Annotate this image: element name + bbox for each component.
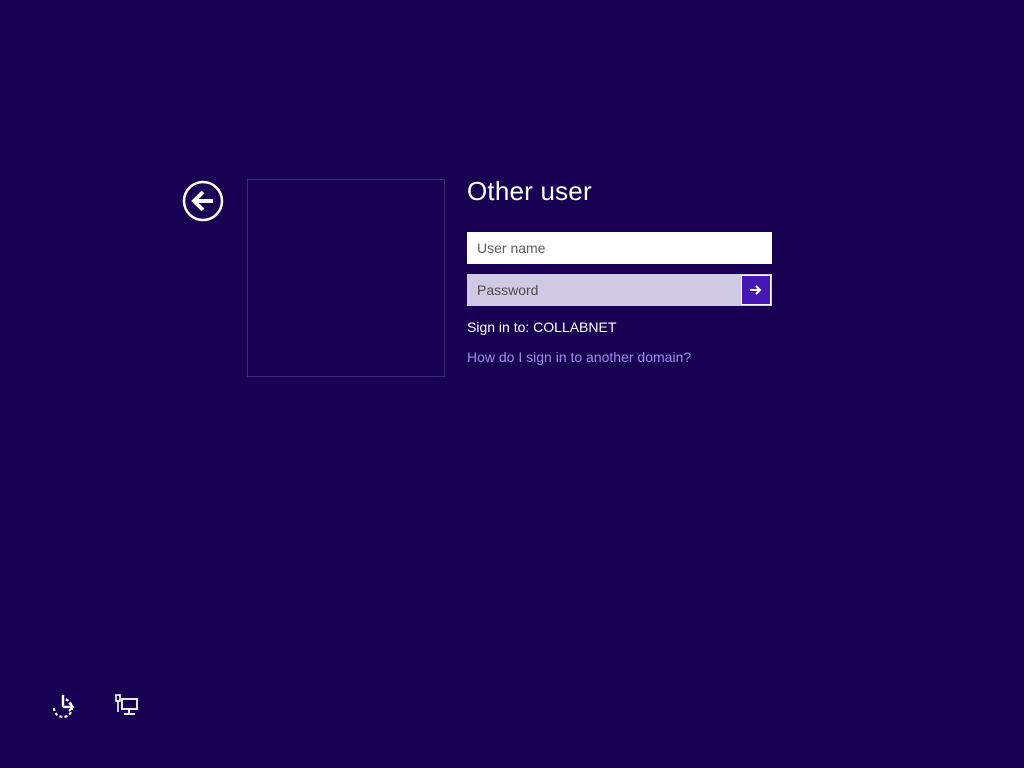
password-input[interactable] bbox=[468, 275, 741, 305]
ease-of-access-button[interactable] bbox=[49, 692, 77, 720]
password-field-container bbox=[467, 274, 772, 306]
user-picture-tile bbox=[247, 179, 445, 377]
ease-of-access-icon bbox=[52, 695, 75, 719]
back-button[interactable] bbox=[182, 180, 224, 222]
arrow-right-icon bbox=[750, 285, 762, 295]
page-title: Other user bbox=[467, 176, 592, 206]
submit-button[interactable] bbox=[741, 275, 771, 305]
help-domain-link[interactable]: How do I sign in to another domain? bbox=[467, 349, 691, 365]
sign-in-panel: Other user Sign in to: COLLABNET How do … bbox=[467, 172, 772, 365]
username-input[interactable] bbox=[468, 233, 771, 263]
sign-in-domain-text: Sign in to: COLLABNET bbox=[467, 319, 617, 335]
network-button[interactable] bbox=[113, 692, 141, 720]
network-icon bbox=[115, 694, 138, 715]
back-arrow-icon bbox=[182, 180, 224, 222]
username-field-container bbox=[467, 232, 772, 264]
